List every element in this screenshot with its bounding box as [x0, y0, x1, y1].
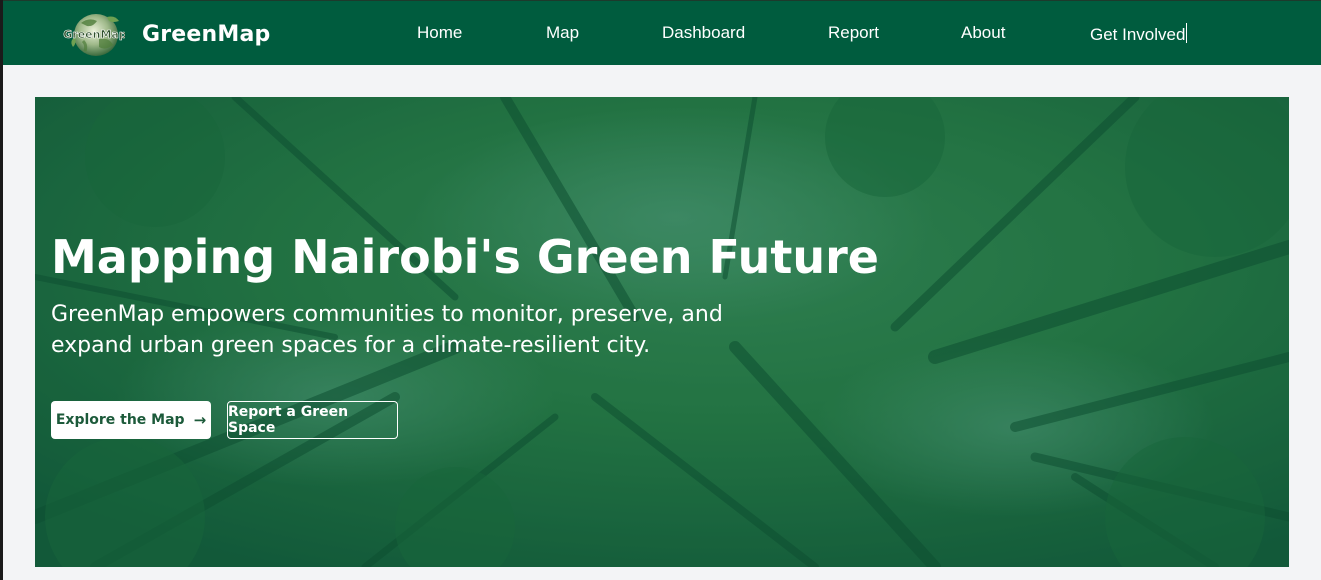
- greenmap-logo: GreenMap: [63, 11, 127, 57]
- hero-content: Mapping Nairobi's Green Future GreenMap …: [51, 230, 879, 361]
- nav-dashboard[interactable]: Dashboard: [662, 23, 745, 43]
- brand-name: GreenMap: [142, 21, 271, 47]
- nav-map[interactable]: Map: [546, 23, 579, 43]
- nav-get-involved[interactable]: Get Involved: [1090, 23, 1188, 45]
- report-green-space-button[interactable]: Report a Green Space: [227, 401, 398, 439]
- hero-actions: Explore the Map → Report a Green Space: [51, 401, 398, 439]
- window-edge: [0, 0, 3, 580]
- explore-map-label: Explore the Map: [55, 412, 185, 428]
- explore-map-button[interactable]: Explore the Map →: [51, 401, 211, 439]
- nav-get-involved-label: Get Involved: [1090, 25, 1186, 44]
- svg-text:GreenMap: GreenMap: [63, 28, 125, 41]
- text-cursor: [1186, 23, 1188, 43]
- navbar: GreenMap GreenMap Home Map Dashboard Rep…: [3, 0, 1321, 65]
- arrow-right-icon: →: [193, 411, 207, 429]
- hero-title: Mapping Nairobi's Green Future: [51, 230, 879, 284]
- hero-subtitle: GreenMap empowers communities to monitor…: [51, 302, 723, 359]
- nav-about[interactable]: About: [961, 23, 1005, 43]
- nav-home[interactable]: Home: [417, 23, 462, 43]
- nav-report[interactable]: Report: [828, 23, 879, 43]
- hero-section: Mapping Nairobi's Green Future GreenMap …: [35, 97, 1289, 567]
- brand-home-link[interactable]: GreenMap GreenMap: [63, 11, 271, 57]
- report-green-space-label: Report a Green Space: [228, 404, 349, 436]
